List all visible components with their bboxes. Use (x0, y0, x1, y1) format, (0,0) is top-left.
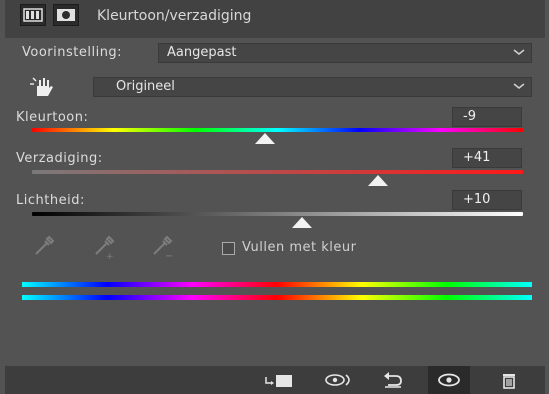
svg-text:−: − (165, 251, 173, 260)
eyedropper-subtract-icon[interactable]: − (148, 232, 176, 262)
saturation-label: Verzadiging: (16, 151, 103, 166)
panel-header: Kleurtoon/verzadiging (5, 0, 545, 38)
color-range-value: Origineel (116, 79, 175, 94)
preset-label: Voorinstelling: (22, 45, 123, 60)
reset-icon[interactable] (372, 366, 414, 394)
hue-label: Kleurtoon: (16, 110, 89, 125)
colorize-checkbox[interactable] (222, 242, 235, 255)
eyedropper-add-icon[interactable]: + (90, 232, 118, 262)
lightness-slider-track[interactable] (32, 212, 523, 216)
adjustment-layer-icon[interactable] (20, 4, 46, 26)
saturation-value-field[interactable]: +41 (452, 148, 522, 168)
colorize-label: Vullen met kleur (242, 240, 357, 255)
hue-slider-thumb[interactable] (255, 133, 276, 144)
chevron-down-icon (513, 49, 525, 55)
clip-to-layer-icon[interactable] (258, 366, 300, 394)
svg-text:+: + (106, 252, 114, 260)
preset-value: Aangepast (167, 45, 237, 60)
hue-value-field[interactable]: -9 (452, 107, 522, 127)
saturation-slider-thumb[interactable] (368, 175, 389, 186)
visibility-eye-icon[interactable] (428, 366, 470, 394)
saturation-slider-track[interactable] (32, 170, 523, 174)
preset-dropdown[interactable]: Aangepast (158, 43, 532, 63)
lightness-value-field[interactable]: +10 (452, 190, 522, 210)
chevron-down-icon (513, 83, 525, 89)
panel-title: Kleurtoon/verzadiging (97, 8, 252, 24)
delete-trash-icon[interactable] (488, 366, 530, 394)
lightness-label: Lichtheid: (16, 193, 85, 208)
view-previous-state-icon[interactable] (318, 366, 360, 394)
output-color-bar (22, 295, 532, 300)
targeted-adjustment-hand-icon[interactable] (28, 74, 58, 100)
layer-mask-icon[interactable] (53, 4, 79, 26)
lightness-slider-thumb[interactable] (292, 217, 313, 228)
color-range-dropdown[interactable]: Origineel (93, 77, 532, 97)
hue-slider-track[interactable] (32, 128, 523, 132)
eyedropper-icon[interactable] (30, 232, 58, 260)
input-color-bar (22, 282, 532, 287)
